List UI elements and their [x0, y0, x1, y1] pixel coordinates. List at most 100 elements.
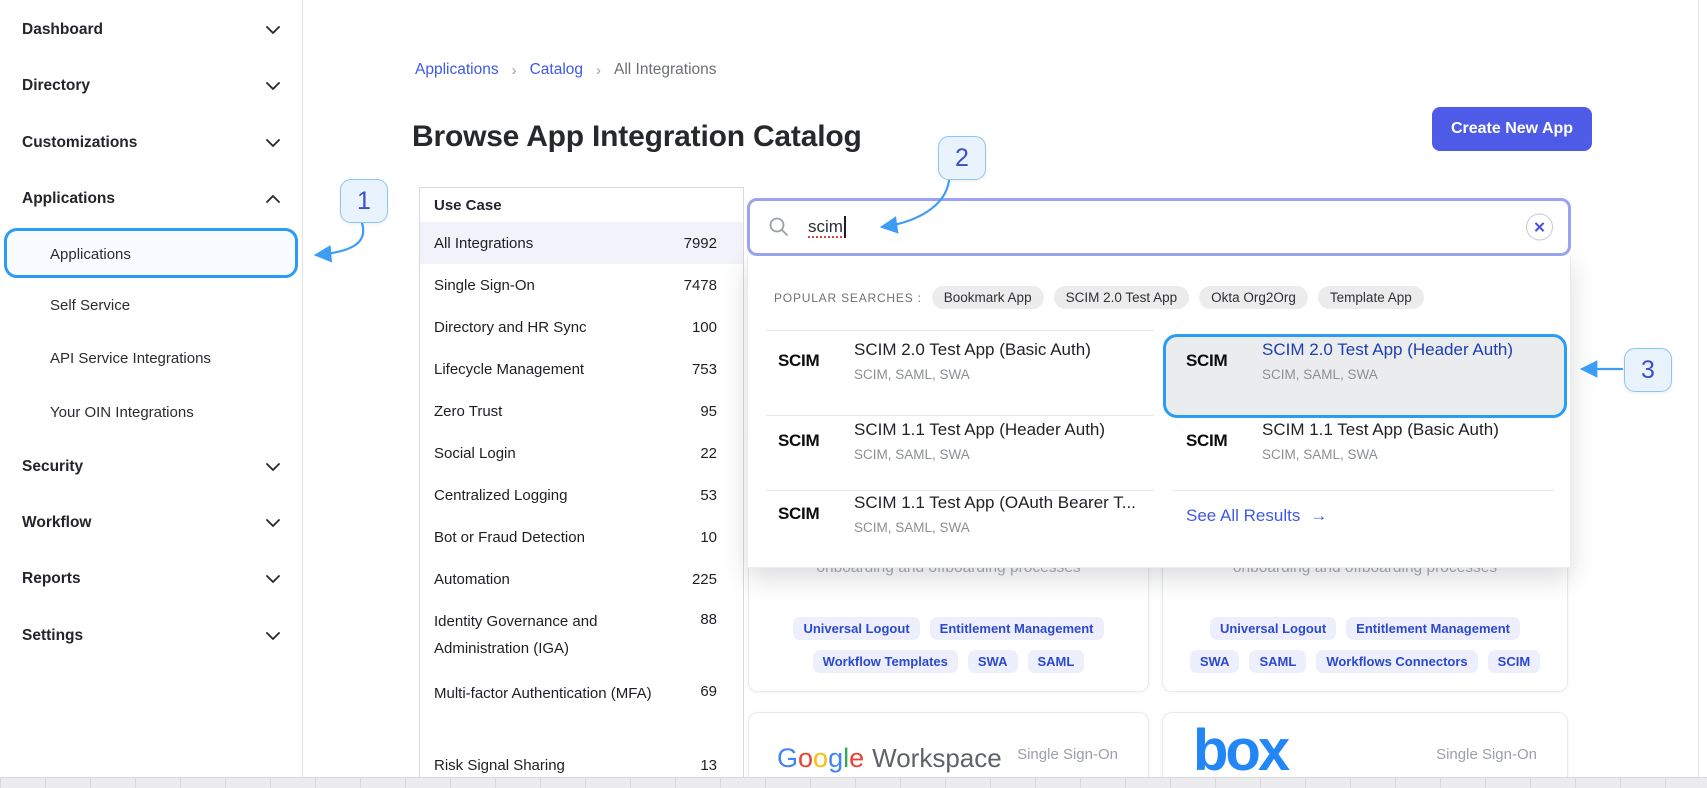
use-case-row-lifecycle-management[interactable]: Lifecycle Management 753: [420, 348, 743, 390]
breadcrumb-separator: ›: [596, 62, 601, 79]
logo-letter: o: [798, 743, 813, 774]
use-case-count: 10: [700, 529, 717, 546]
chevron-down-icon: [266, 82, 280, 90]
use-case-label: Multi-factor Authentication (MFA): [434, 680, 652, 707]
use-case-label: Bot or Fraud Detection: [434, 524, 585, 551]
page-title: Browse App Integration Catalog: [412, 120, 862, 154]
tag-chip[interactable]: SAML: [1028, 650, 1085, 673]
sidebar-item-directory[interactable]: Directory: [0, 70, 302, 102]
popular-chip-bookmark-app[interactable]: Bookmark App: [932, 286, 1044, 309]
tag-chip[interactable]: Entitlement Management: [930, 617, 1104, 640]
tag-chip[interactable]: SCIM: [1488, 650, 1541, 673]
result-title: SCIM 1.1 Test App (Header Auth): [854, 420, 1105, 440]
use-case-row-zero-trust[interactable]: Zero Trust 95: [420, 390, 743, 432]
use-case-count: 22: [700, 445, 717, 462]
breadcrumb-applications[interactable]: Applications: [415, 61, 499, 79]
card-category-label: Single Sign-On: [1017, 746, 1118, 763]
create-new-app-button[interactable]: Create New App: [1432, 107, 1592, 151]
google-workspace-logo: G o o g l e Workspace: [777, 743, 1002, 774]
chevron-down-icon: [266, 139, 280, 147]
callout-arrow-1: [316, 223, 363, 255]
result-subtitle: SCIM, SAML, SWA: [854, 447, 1105, 462]
search-input[interactable]: scim ✕: [747, 198, 1571, 256]
callout-badge-3: 3: [1624, 348, 1672, 392]
sidebar-item-settings[interactable]: Settings: [0, 620, 302, 652]
tag-chip[interactable]: SAML: [1249, 650, 1306, 673]
card-tags-row: Universal Logout Entitlement Management: [749, 617, 1148, 640]
use-case-row-automation[interactable]: Automation 225: [420, 558, 743, 600]
result-scim11-header[interactable]: SCIM SCIM 1.1 Test App (Header Auth) SCI…: [778, 420, 1105, 462]
tag-chip[interactable]: Workflows Connectors: [1316, 650, 1477, 673]
bottom-scroll-strip[interactable]: [0, 777, 1707, 788]
sidebar-item-applications[interactable]: Applications: [0, 183, 302, 215]
use-case-row-mfa[interactable]: Multi-factor Authentication (MFA) 69: [420, 672, 743, 744]
breadcrumb-current: All Integrations: [614, 61, 717, 79]
breadcrumb-catalog[interactable]: Catalog: [530, 61, 583, 79]
sidebar-subitem-applications[interactable]: Applications: [0, 239, 302, 269]
callout-badge-1: 1: [340, 179, 388, 223]
chevron-down-icon: [266, 463, 280, 471]
result-title: SCIM 2.0 Test App (Basic Auth): [854, 340, 1091, 360]
sidebar-item-security[interactable]: Security: [0, 451, 302, 483]
card-category-label: Single Sign-On: [1436, 746, 1537, 763]
sidebar-item-label: Applications: [22, 190, 115, 208]
use-case-label: Identity Governance and Administration (…: [434, 608, 666, 662]
use-case-row-bot-fraud-detection[interactable]: Bot or Fraud Detection 10: [420, 516, 743, 558]
use-case-row-single-sign-on[interactable]: Single Sign-On 7478: [420, 264, 743, 306]
result-subtitle: SCIM, SAML, SWA: [854, 520, 1136, 535]
use-case-row-directory-hr-sync[interactable]: Directory and HR Sync 100: [420, 306, 743, 348]
tag-chip[interactable]: Workflow Templates: [813, 650, 958, 673]
result-scim11-oauth[interactable]: SCIM SCIM 1.1 Test App (OAuth Bearer T..…: [778, 493, 1136, 535]
tag-chip[interactable]: SWA: [968, 650, 1018, 673]
use-case-panel: Use Case All Integrations 7992 Single Si…: [419, 187, 744, 788]
use-case-row-social-login[interactable]: Social Login 22: [420, 432, 743, 474]
tag-chip[interactable]: Universal Logout: [793, 617, 919, 640]
result-subtitle: SCIM, SAML, SWA: [854, 367, 1091, 382]
sidebar-subitem-your-oin-integrations[interactable]: Your OIN Integrations: [0, 397, 302, 427]
sidebar-item-reports[interactable]: Reports: [0, 563, 302, 595]
scim-logo: SCIM: [1186, 431, 1242, 451]
use-case-header: Use Case: [420, 188, 743, 222]
result-scim20-header[interactable]: SCIM SCIM 2.0 Test App (Header Auth) SCI…: [1186, 340, 1513, 382]
window-edge-line: [1698, 0, 1699, 788]
breadcrumb: Applications › Catalog › All Integration…: [415, 61, 717, 79]
result-subtitle: SCIM, SAML, SWA: [1262, 367, 1513, 382]
use-case-label: Centralized Logging: [434, 482, 567, 509]
use-case-row-centralized-logging[interactable]: Centralized Logging 53: [420, 474, 743, 516]
use-case-row-all-integrations[interactable]: All Integrations 7992: [420, 222, 743, 264]
tag-chip[interactable]: SWA: [1190, 650, 1240, 673]
card-tags-row: Workflow Templates SWA SAML: [749, 650, 1148, 673]
use-case-label: Social Login: [434, 440, 516, 467]
sidebar-item-customizations[interactable]: Customizations: [0, 127, 302, 159]
popular-chip-template-app[interactable]: Template App: [1318, 286, 1424, 309]
use-case-count: 13: [700, 757, 717, 774]
sidebar-subitem-api-service-integrations[interactable]: API Service Integrations: [0, 343, 302, 373]
tag-chip[interactable]: Universal Logout: [1210, 617, 1336, 640]
tag-chip[interactable]: Entitlement Management: [1346, 617, 1520, 640]
chevron-down-icon: [266, 575, 280, 583]
divider: [766, 415, 1154, 416]
result-scim11-basic[interactable]: SCIM SCIM 1.1 Test App (Basic Auth) SCIM…: [1186, 420, 1499, 462]
scim-logo: SCIM: [778, 351, 834, 371]
logo-letter: e: [849, 743, 864, 774]
popular-chip-scim-test-app[interactable]: SCIM 2.0 Test App: [1054, 286, 1190, 309]
use-case-row-iga[interactable]: Identity Governance and Administration (…: [420, 600, 743, 672]
result-title: SCIM 1.1 Test App (Basic Auth): [1262, 420, 1499, 440]
sidebar-item-label: Customizations: [22, 134, 137, 152]
result-scim20-basic[interactable]: SCIM SCIM 2.0 Test App (Basic Auth) SCIM…: [778, 340, 1091, 382]
logo-letter: o: [813, 743, 828, 774]
sidebar-item-workflow[interactable]: Workflow: [0, 507, 302, 539]
use-case-count: 225: [692, 571, 717, 588]
see-all-results-link[interactable]: See All Results →: [1186, 506, 1327, 526]
breadcrumb-separator: ›: [512, 62, 517, 79]
text-caret: [844, 216, 846, 238]
clear-search-button[interactable]: ✕: [1526, 214, 1553, 241]
popular-chip-okta-org2org[interactable]: Okta Org2Org: [1199, 286, 1308, 309]
sidebar-item-dashboard[interactable]: Dashboard: [0, 14, 302, 46]
popular-searches-row: POPULAR SEARCHES : Bookmark App SCIM 2.0…: [774, 286, 1424, 309]
use-case-label: Directory and HR Sync: [434, 314, 587, 341]
sidebar-subitem-label: API Service Integrations: [50, 350, 211, 367]
sidebar-subitem-self-service[interactable]: Self Service: [0, 290, 302, 320]
use-case-count: 753: [692, 361, 717, 378]
scim-logo: SCIM: [778, 431, 834, 451]
